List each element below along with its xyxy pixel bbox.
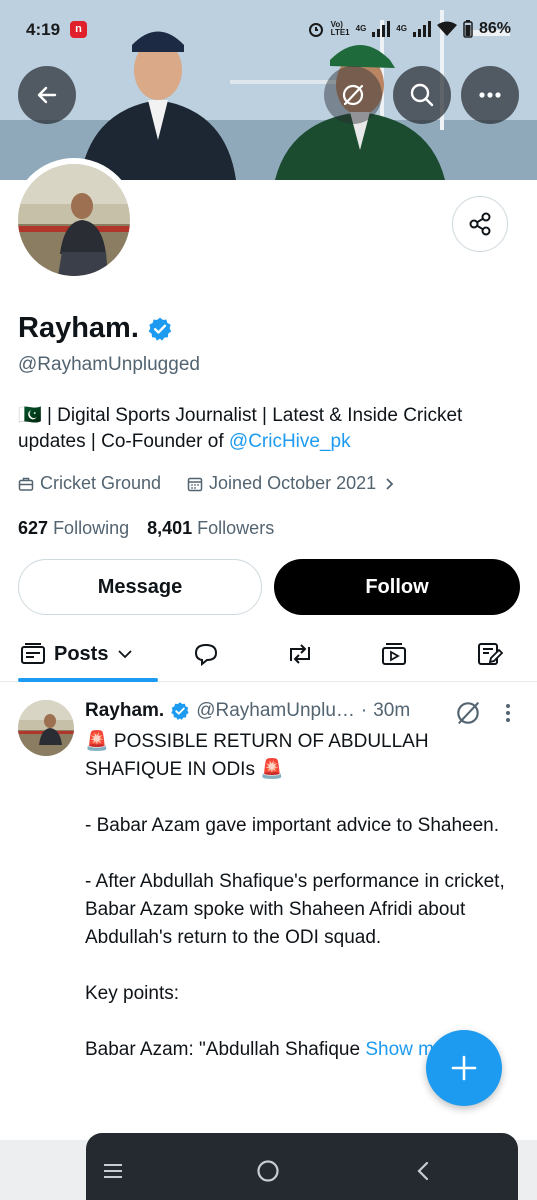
tab-posts[interactable]: Posts	[20, 636, 134, 672]
bio-flag: 🇵🇰	[18, 405, 42, 426]
grok-button[interactable]	[324, 66, 382, 124]
replies-icon	[194, 643, 218, 667]
following-label: Following	[53, 518, 130, 538]
profile-joined[interactable]: Joined October 2021	[209, 473, 376, 494]
media-icon	[382, 643, 406, 665]
profile-meta: Cricket Ground Joined October 2021	[18, 473, 396, 494]
grok-icon	[342, 84, 364, 106]
more-horizontal-icon	[479, 92, 501, 98]
tweet-author-name[interactable]: Rayham.	[85, 700, 164, 722]
verified-badge-icon	[171, 702, 189, 720]
profile-tabs: Posts	[0, 626, 537, 682]
profile-name-row: Rayham.	[18, 312, 173, 345]
recents-icon	[104, 1164, 122, 1178]
compose-fab-button[interactable]	[426, 1030, 502, 1106]
chevron-down-icon	[118, 650, 133, 659]
follow-counts: 627 Following 8,401 Followers	[18, 518, 274, 539]
calendar-icon	[187, 477, 203, 491]
tweet-line	[85, 784, 505, 812]
message-button[interactable]: Message	[18, 559, 262, 615]
signal-2-label: 4G	[396, 24, 407, 33]
tweet-avatar[interactable]	[18, 700, 74, 756]
bio-link-crichive[interactable]: @CricHive_pk	[229, 431, 351, 452]
articles-icon	[478, 643, 504, 665]
tweet-line: 🚨 POSSIBLE RETURN OF ABDULLAH SHAFIQUE I…	[85, 731, 429, 780]
signal-1-icon	[372, 21, 391, 37]
tweet-line: - Babar Azam gave important advice to Sh…	[85, 815, 500, 836]
lte-text: LTE1	[330, 28, 350, 37]
status-indicators: Vo) LTE1 4G 4G 86%	[307, 20, 511, 38]
verified-badge-icon[interactable]	[147, 316, 173, 342]
signal-2-icon	[412, 21, 431, 37]
system-back-button[interactable]	[408, 1156, 438, 1186]
profile-location: Cricket Ground	[40, 473, 162, 493]
tweet-author-handle[interactable]: @RayhamUnplu…	[196, 700, 355, 722]
profile-bio: 🇵🇰 | Digital Sports Journalist | Latest …	[18, 403, 508, 455]
battery-icon	[463, 20, 473, 38]
tab-reposts[interactable]	[285, 636, 315, 672]
followers-label: Followers	[197, 518, 275, 538]
notification-badge-icon: n	[70, 21, 87, 38]
avatar-photo	[18, 164, 130, 276]
avatar-image	[18, 164, 130, 276]
briefcase-icon	[18, 477, 34, 491]
recent-apps-button[interactable]	[98, 1156, 128, 1186]
profile-avatar[interactable]	[12, 158, 136, 282]
tweet-last-text: Babar Azam: "Abdullah Shafique	[85, 1039, 366, 1060]
more-vertical-icon	[506, 704, 510, 722]
tweet-header: Rayham. @RayhamUnplu… · 30m	[85, 700, 410, 722]
share-button[interactable]	[452, 196, 508, 252]
tweet-line: - After Abdullah Shafique's performance …	[85, 871, 505, 948]
tab-active-indicator	[18, 678, 158, 682]
following-count: 627	[18, 518, 49, 538]
tweet-separator: ·	[360, 700, 368, 721]
tweet-line: Key points:	[85, 983, 179, 1004]
back-button[interactable]	[18, 66, 76, 124]
status-bar: 4:19 n Vo) LTE1 4G 4G 86%	[0, 0, 537, 62]
retweets-icon	[290, 644, 310, 664]
signal-1-label: 4G	[355, 24, 367, 33]
wifi-icon	[436, 21, 457, 36]
tweet-line	[85, 1008, 505, 1036]
battery-percent: 86%	[478, 20, 511, 37]
tab-posts-label: Posts	[54, 642, 109, 665]
search-button[interactable]	[393, 66, 451, 124]
share-icon	[469, 212, 491, 236]
followers-link[interactable]: 8,401 Followers	[147, 518, 274, 539]
status-time: 4:19	[26, 20, 61, 39]
follow-button[interactable]: Follow	[274, 559, 520, 615]
tweet-line	[85, 952, 505, 980]
tweet-avatar-photo	[18, 700, 74, 756]
tweet-time[interactable]: 30m	[373, 700, 410, 722]
alarm-icon	[308, 23, 323, 37]
profile-handle: @RayhamUnplugged	[18, 354, 200, 375]
arrow-left-icon	[37, 86, 57, 104]
tab-replies[interactable]	[192, 636, 220, 672]
grok-icon	[457, 702, 479, 724]
volte-label: Vo) LTE1	[331, 21, 350, 37]
tweet-more-button[interactable]	[500, 702, 516, 729]
search-icon	[410, 83, 434, 107]
profile-name: Rayham.	[18, 312, 139, 344]
followers-count: 8,401	[147, 518, 193, 538]
tab-media[interactable]	[380, 636, 408, 672]
tweet-text: 🚨 POSSIBLE RETURN OF ABDULLAH SHAFIQUE I…	[85, 728, 505, 1064]
home-circle-icon	[257, 1160, 279, 1182]
chevron-right-icon	[386, 477, 394, 490]
system-nav-pill	[86, 1133, 518, 1200]
tweet-line	[85, 840, 505, 868]
posts-icon	[21, 643, 45, 664]
home-button[interactable]	[253, 1156, 283, 1186]
tab-articles[interactable]	[476, 636, 504, 672]
plus-icon	[451, 1055, 477, 1081]
more-button[interactable]	[461, 66, 519, 124]
following-link[interactable]: 627 Following	[18, 518, 129, 539]
chevron-left-icon	[417, 1161, 429, 1181]
